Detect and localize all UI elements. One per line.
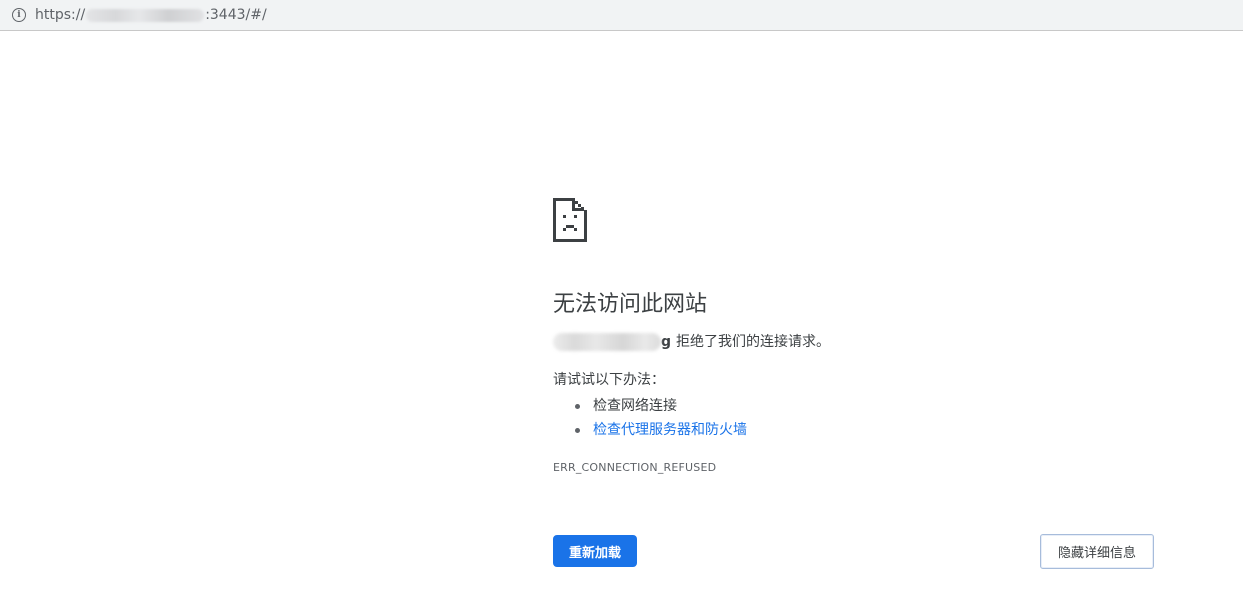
address-bar[interactable]: i https:// :3443/#/ bbox=[0, 0, 1243, 31]
url-host-redacted bbox=[86, 8, 205, 22]
host-tail: g bbox=[661, 334, 672, 350]
url-suffix: :3443/#/ bbox=[205, 7, 267, 23]
error-heading: 无法访问此网站 bbox=[553, 292, 708, 317]
error-code: ERR_CONNECTION_REFUSED bbox=[553, 461, 717, 474]
host-redacted bbox=[553, 333, 661, 351]
suggestions-title: 请试试以下办法： bbox=[553, 372, 665, 388]
url-prefix: https:// bbox=[35, 7, 86, 23]
sad-page-icon bbox=[553, 198, 587, 242]
error-summary: g 拒绝了我们的连接请求。 bbox=[553, 332, 1153, 352]
suggestion-check-proxy-link[interactable]: 检查代理服务器和防火墙 bbox=[575, 418, 1153, 442]
suggestion-check-network: 检查网络连接 bbox=[575, 394, 1153, 418]
hide-details-button[interactable]: 隐藏详细信息 bbox=[1040, 534, 1154, 569]
reload-button[interactable]: 重新加载 bbox=[553, 535, 637, 567]
error-content: 无法访问此网站 g 拒绝了我们的连接请求。 请试试以下办法： 检查网络连接 检查… bbox=[553, 198, 1153, 475]
suggestions-list: 检查网络连接 检查代理服务器和防火墙 bbox=[553, 394, 1153, 442]
url-text[interactable]: https:// :3443/#/ bbox=[35, 7, 267, 23]
refused-text: 拒绝了我们的连接请求。 bbox=[676, 334, 831, 350]
info-icon[interactable]: i bbox=[12, 8, 26, 22]
